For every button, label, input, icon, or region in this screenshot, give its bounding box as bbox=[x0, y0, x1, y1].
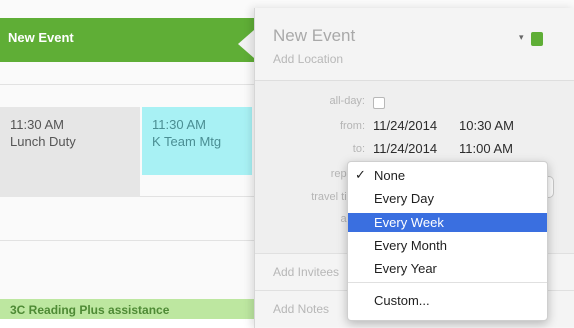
chevron-down-icon: ▾ bbox=[519, 32, 524, 42]
menu-separator bbox=[348, 282, 547, 283]
calendar-event-lunch-duty[interactable]: 11:30 AM Lunch Duty bbox=[0, 107, 140, 197]
menu-item-every-month[interactable]: Every Month bbox=[348, 236, 547, 255]
menu-item-none[interactable]: ✓ None bbox=[348, 166, 547, 185]
location-field[interactable]: Add Location bbox=[273, 52, 343, 66]
event-title: Lunch Duty bbox=[10, 134, 76, 149]
calendar-event-reading-plus[interactable]: 3C Reading Plus assistance bbox=[0, 299, 262, 319]
to-time-field[interactable]: 11:00 AM bbox=[459, 141, 513, 156]
calendar-color-swatch-icon bbox=[531, 32, 543, 46]
all-day-checkbox[interactable] bbox=[373, 97, 385, 109]
new-event-label: New Event bbox=[8, 30, 74, 45]
calendar-color-picker[interactable]: ▾ bbox=[519, 30, 549, 50]
all-day-label: all-day: bbox=[329, 95, 365, 107]
event-time: 11:30 AM bbox=[152, 117, 206, 132]
popover-header: New Event Add Location ▾ bbox=[255, 8, 574, 81]
to-date-field[interactable]: 11/24/2014 bbox=[373, 141, 437, 156]
new-event-block[interactable]: New Event bbox=[0, 18, 262, 62]
menu-item-custom[interactable]: Custom... bbox=[348, 291, 547, 310]
event-time: 11:30 AM bbox=[10, 117, 64, 132]
from-date-field[interactable]: 11/24/2014 bbox=[373, 118, 437, 133]
event-title: K Team Mtg bbox=[152, 134, 222, 149]
from-time-field[interactable]: 10:30 AM bbox=[459, 118, 514, 133]
menu-item-every-week[interactable]: Every Week bbox=[348, 213, 547, 232]
popover-arrow bbox=[238, 30, 254, 58]
menu-item-every-year[interactable]: Every Year bbox=[348, 259, 547, 278]
menu-item-every-day[interactable]: Every Day bbox=[348, 189, 547, 208]
to-label: to: bbox=[352, 143, 365, 155]
event-title-field[interactable]: New Event bbox=[273, 26, 355, 46]
calendar-event-k-team-mtg[interactable]: 11:30 AM K Team Mtg bbox=[142, 107, 252, 175]
checkmark-icon: ✓ bbox=[355, 167, 366, 182]
repeat-dropdown-menu: ✓ None Every Day Every Week Every Month … bbox=[347, 161, 548, 321]
event-title: 3C Reading Plus assistance bbox=[10, 303, 170, 317]
from-label: from: bbox=[339, 120, 365, 132]
add-notes-field[interactable]: Add Notes bbox=[273, 302, 329, 316]
hour-divider bbox=[0, 84, 262, 85]
hour-divider bbox=[0, 240, 262, 241]
add-invitees-field[interactable]: Add Invitees bbox=[273, 265, 339, 279]
